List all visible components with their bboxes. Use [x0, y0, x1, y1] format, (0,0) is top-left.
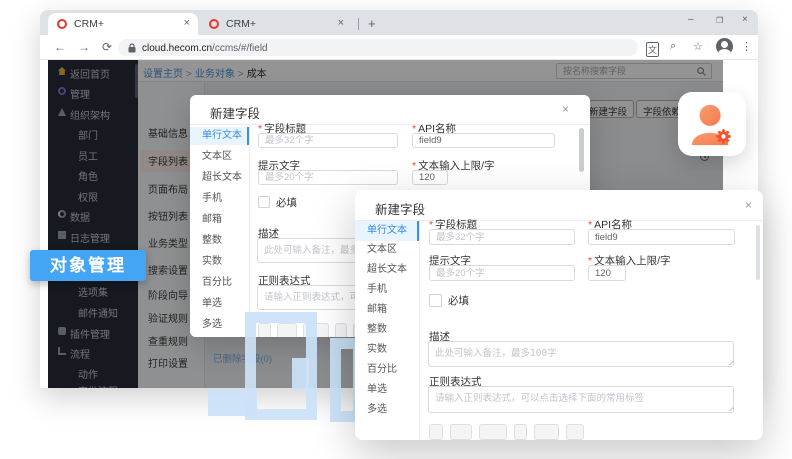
api-name-input[interactable]	[588, 229, 735, 245]
window-close-button[interactable]: ×	[742, 14, 748, 25]
regex-tag-chip[interactable]	[335, 323, 347, 337]
hecom-logo-watermark	[208, 390, 257, 416]
field-title-input[interactable]	[258, 133, 398, 148]
tab-email[interactable]: 邮箱	[355, 301, 419, 319]
tab-real-number[interactable]: 实数	[190, 253, 249, 271]
tab-percentage[interactable]: 百分比	[355, 361, 419, 379]
required-checkbox[interactable]	[258, 196, 270, 208]
tab-close-icon[interactable]: ×	[338, 17, 344, 29]
hint-text-input[interactable]	[429, 265, 575, 281]
tab-multi-select[interactable]: 多选	[355, 401, 419, 419]
regex-tag-chip[interactable]	[450, 424, 472, 440]
browser-tab-2[interactable]: CRM+ ×	[200, 13, 352, 35]
tab-single-line-text[interactable]: 单行文本	[355, 221, 419, 241]
tab-multi-select[interactable]: 多选	[190, 316, 249, 334]
user-gear-icon	[688, 101, 736, 147]
modal-close-icon[interactable]: ×	[562, 102, 569, 116]
tab-mobile[interactable]: 手机	[190, 190, 249, 208]
tab-real-number[interactable]: 实数	[355, 341, 419, 359]
hint-text-input[interactable]	[258, 170, 398, 185]
modal-title: 新建字段	[375, 199, 425, 218]
modal-divider	[190, 124, 590, 125]
tab-long-text[interactable]: 超长文本	[190, 169, 249, 187]
url-host: cloud.hecom.cn	[142, 43, 212, 54]
tab-text-area[interactable]: 文本区	[355, 241, 419, 259]
tab-text-area[interactable]: 文本区	[190, 148, 249, 166]
composition-canvas: CRM+ × CRM+ × + – ❐ × ← → ⟳ cloud.hecom.…	[0, 0, 792, 459]
modal-scrollbar[interactable]	[579, 128, 584, 172]
field-type-tabs: 单行文本 文本区 超长文本 手机 邮箱 整数 实数 百分比 单选 多选	[355, 221, 420, 440]
tab-divider	[358, 18, 359, 30]
new-field-modal-front: 新建字段 × 单行文本 文本区 超长文本 手机 邮箱 整数 实数 百分比 单选 …	[355, 190, 763, 440]
regex-textarea[interactable]	[428, 386, 734, 413]
window-minimize-button[interactable]: –	[688, 14, 694, 25]
field-type-tabs: 单行文本 文本区 超长文本 手机 邮箱 整数 实数 百分比 单选 多选	[190, 125, 250, 337]
url-text: cloud.hecom.cn/ccms/#/field	[142, 43, 268, 54]
regex-tag-chip[interactable]	[514, 424, 527, 440]
api-name-input[interactable]	[412, 133, 555, 148]
required-checkbox[interactable]	[429, 294, 442, 307]
object-management-label: 对象管理	[30, 250, 146, 281]
bookmark-star-icon[interactable]: ☆	[693, 40, 703, 53]
modal-title: 新建字段	[210, 103, 260, 122]
browser-tab-1[interactable]: CRM+ ×	[48, 13, 198, 35]
admin-avatar-card	[678, 92, 746, 156]
tab-title: CRM+	[74, 18, 104, 30]
forward-icon[interactable]: →	[78, 40, 90, 54]
description-textarea[interactable]	[428, 341, 734, 367]
required-label: 必填	[276, 195, 297, 210]
address-bar[interactable]: cloud.hecom.cn/ccms/#/field	[118, 39, 638, 56]
url-path: /ccms/#/field	[212, 43, 268, 54]
tab-single-select[interactable]: 单选	[355, 381, 419, 399]
translate-icon[interactable]: 文	[646, 42, 659, 57]
tab-title: CRM+	[226, 18, 256, 30]
regex-tag-chip[interactable]	[429, 424, 443, 440]
tab-long-text[interactable]: 超长文本	[355, 261, 419, 279]
hecom-logo-watermark	[292, 358, 309, 390]
text-limit-input[interactable]	[412, 170, 448, 185]
back-icon[interactable]: ←	[54, 40, 66, 54]
chrome-menu-icon[interactable]: ⋮	[741, 40, 752, 53]
lock-icon	[128, 43, 136, 56]
tab-single-select[interactable]: 单选	[190, 295, 249, 313]
regex-tag-chip[interactable]	[479, 424, 507, 440]
modal-close-icon[interactable]: ×	[745, 198, 752, 212]
field-title-input[interactable]	[429, 229, 575, 245]
reload-icon[interactable]: ⟳	[102, 40, 112, 54]
modal-scrollbar[interactable]	[756, 225, 760, 280]
tab-single-line-text[interactable]: 单行文本	[190, 127, 249, 145]
regex-tag-chip[interactable]	[534, 424, 559, 440]
text-limit-input[interactable]	[588, 265, 626, 281]
required-label: 必填	[448, 293, 469, 308]
zoom-extension-icon[interactable]: ⌕	[670, 40, 676, 53]
tab-close-icon[interactable]: ×	[184, 17, 190, 29]
tab-percentage[interactable]: 百分比	[190, 274, 249, 292]
tab-integer[interactable]: 整数	[190, 232, 249, 250]
tab-integer[interactable]: 整数	[355, 321, 419, 339]
crm-favicon-icon	[57, 19, 67, 29]
browser-navbar: ← → ⟳ cloud.hecom.cn/ccms/#/field 文 ⌕ ☆ …	[40, 35, 758, 60]
browser-tab-strip: CRM+ × CRM+ × + – ❐ ×	[40, 10, 758, 35]
tab-email[interactable]: 邮箱	[190, 211, 249, 229]
new-tab-button[interactable]: +	[368, 16, 376, 31]
regex-tag-chip[interactable]	[566, 424, 584, 440]
window-maximize-button[interactable]: ❐	[716, 16, 723, 25]
tab-mobile[interactable]: 手机	[355, 281, 419, 299]
chrome-profile-avatar[interactable]	[716, 38, 733, 55]
crm-favicon-icon	[209, 19, 219, 29]
